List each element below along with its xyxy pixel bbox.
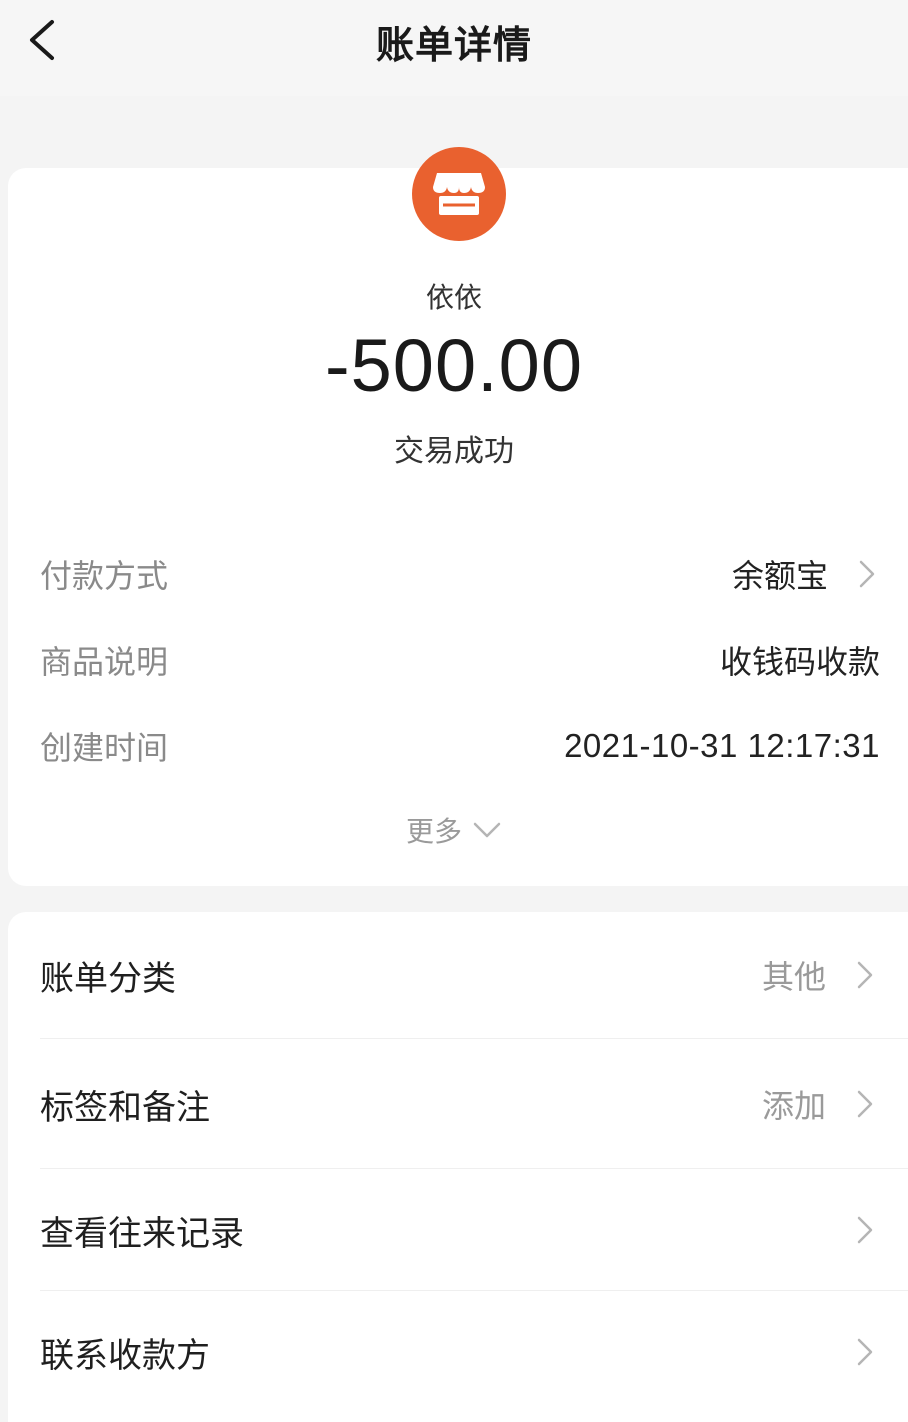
action-right [826,1213,878,1247]
divider [40,1038,908,1039]
more-toggle[interactable]: 更多 [0,810,908,850]
divider [40,1290,908,1291]
top-navigation-bar: 账单详情 [0,0,908,96]
merchant-avatar [412,147,506,241]
action-label: 查看往来记录 [40,1213,244,1254]
tags-notes-value: 添加 [761,1087,826,1125]
chevron-right-icon [852,1213,878,1247]
created-time-value: 2021-10-31 12:17:31 [564,727,880,764]
detail-label: 创建时间 [40,729,169,767]
merchant-name: 依依 [425,281,482,314]
product-description-value: 收钱码收款 [719,643,880,681]
action-label: 账单分类 [40,958,176,999]
chevron-right-icon [854,557,880,591]
detail-row-payment-method[interactable]: 付款方式 余额宝 [40,549,880,599]
action-right: 添加 [762,1081,878,1127]
page-title: 账单详情 [375,23,532,67]
detail-value: 2021-10-31 12:17:31 [564,727,880,765]
detail-value: 余额宝 [732,551,880,597]
chevron-right-icon [852,1087,878,1121]
storefront-icon [433,173,485,215]
transaction-status: 交易成功 [394,434,514,469]
detail-value: 收钱码收款 [720,637,880,683]
action-row-contact-payee[interactable]: 联系收款方 [8,1292,908,1412]
action-label: 标签和备注 [40,1087,210,1128]
transaction-amount: -500.00 [325,324,583,407]
action-row-view-transaction-history[interactable]: 查看往来记录 [8,1170,908,1290]
action-right [826,1335,878,1369]
bill-category-value: 其他 [761,958,826,996]
chevron-right-icon [852,958,878,992]
detail-label: 付款方式 [40,557,169,595]
detail-row-created-time: 创建时间 2021-10-31 12:17:31 [40,721,880,771]
chevron-down-icon [472,819,502,841]
action-right: 其他 [762,952,878,998]
action-label: 联系收款方 [40,1335,210,1376]
more-label: 更多 [405,815,462,848]
detail-label: 商品说明 [40,643,169,681]
payment-method-value: 余额宝 [731,557,828,595]
action-row-tags-and-notes[interactable]: 标签和备注 添加 [8,1044,908,1164]
detail-row-product-description: 商品说明 收钱码收款 [40,635,880,685]
divider [40,1168,908,1169]
chevron-right-icon [852,1335,878,1369]
action-row-bill-category[interactable]: 账单分类 其他 [8,915,908,1035]
